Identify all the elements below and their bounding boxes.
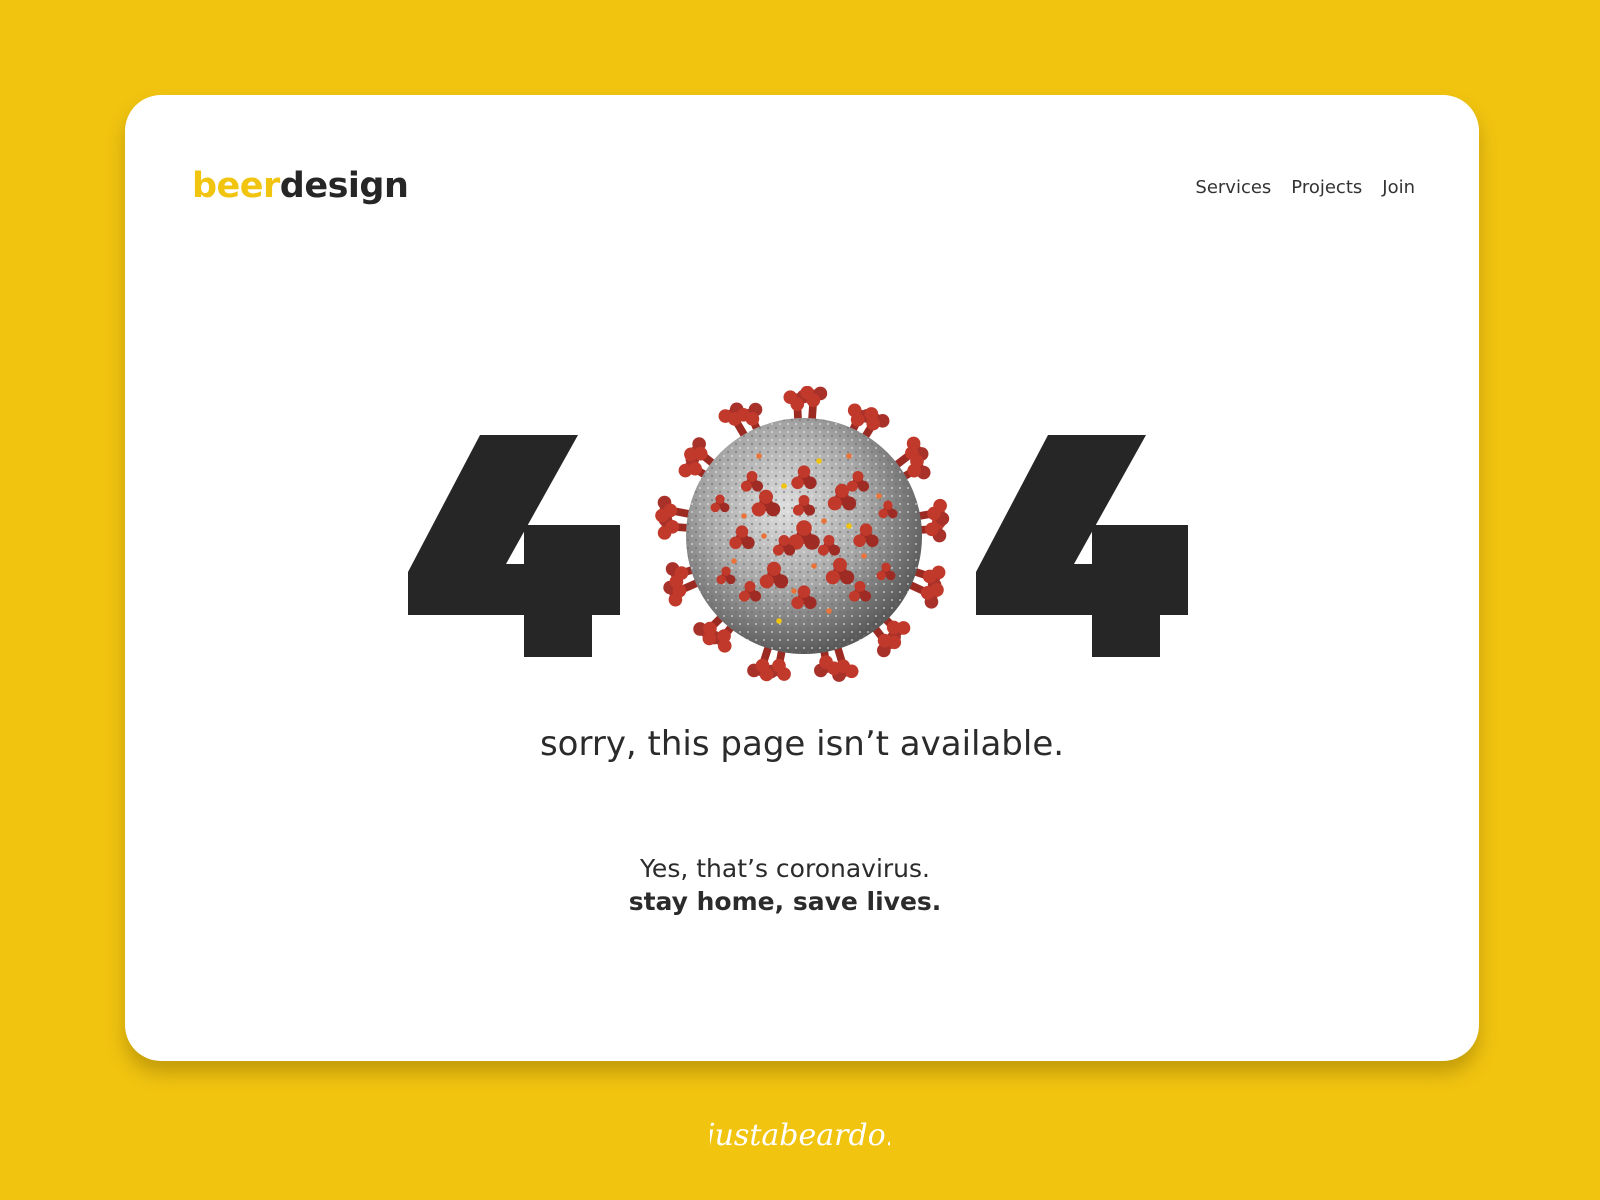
nav-link-join[interactable]: Join xyxy=(1382,179,1415,197)
nav-link-projects[interactable]: Projects xyxy=(1291,179,1362,197)
error-page-card: beerdesign Services Projects Join sorry,… xyxy=(125,95,1479,1061)
top-navigation: Services Projects Join xyxy=(1195,179,1415,197)
logo-part-beer: beer xyxy=(192,166,280,206)
nav-link-services[interactable]: Services xyxy=(1195,179,1271,197)
error-message: sorry, this page isn’t available. xyxy=(539,724,1065,764)
error-code-digit-right xyxy=(976,435,1198,660)
signature-text: justabeardo. xyxy=(710,1118,890,1153)
beerdesign-logo[interactable]: beerdesign xyxy=(192,166,409,206)
error-code-digit-left xyxy=(408,435,630,660)
info-line-coronavirus: Yes, that’s coronavirus. xyxy=(639,854,930,883)
logo-part-design: design xyxy=(279,166,409,206)
coronavirus-icon xyxy=(655,386,950,682)
info-message: Yes, that’s coronavirus. stay home, save… xyxy=(108,852,1462,918)
info-line-stay-home: stay home, save lives. xyxy=(628,887,942,916)
justabeardo-signature: justabeardo. xyxy=(0,1112,1600,1166)
